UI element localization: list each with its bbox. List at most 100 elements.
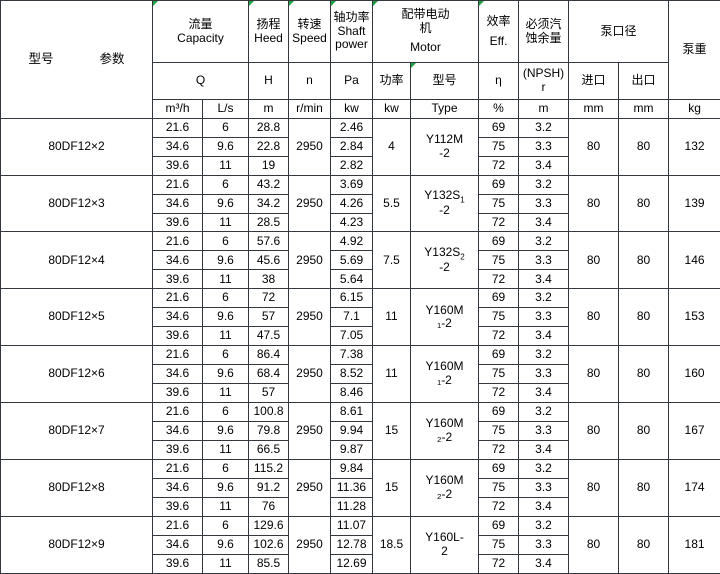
cell-npsh: 3.4 bbox=[518, 212, 570, 233]
cell-capacity-m3h: 34.6 bbox=[152, 250, 203, 271]
cell-head: 28.5 bbox=[248, 212, 289, 233]
cell-capacity-ls: 6 bbox=[202, 174, 249, 195]
cell-head: 22.8 bbox=[248, 136, 289, 157]
cell-capacity-ls: 9.6 bbox=[202, 193, 249, 214]
header-shaft-power-cn: 轴功率 bbox=[333, 9, 370, 24]
cell-npsh: 3.4 bbox=[518, 326, 570, 347]
cell-pump-weight: 174 bbox=[668, 459, 720, 518]
cell-capacity-ls: 9.6 bbox=[202, 136, 249, 157]
symbol-npsh-line2: r bbox=[541, 79, 546, 94]
table-row: 80DF12×2 21.6 6 28.8 2950 2.46 4 Y112M -2 69 3.2 80… bbox=[0, 117, 720, 176]
cell-efficiency: 75 bbox=[478, 307, 520, 328]
cell-head: 34.2 bbox=[248, 193, 289, 214]
cell-shaft-power: 5.69 bbox=[330, 250, 373, 271]
cell-efficiency: 69 bbox=[478, 402, 520, 423]
cell-head: 28.8 bbox=[248, 117, 289, 138]
cell-npsh: 3.3 bbox=[518, 136, 570, 157]
cell-capacity-m3h: 21.6 bbox=[152, 402, 203, 423]
header-motor-en: Motor bbox=[410, 40, 441, 55]
cell-npsh: 3.2 bbox=[518, 402, 570, 423]
motor-type-line1: Y160M bbox=[425, 473, 464, 488]
cell-capacity-ls: 9.6 bbox=[202, 534, 249, 555]
cell-capacity-ls: 6 bbox=[202, 231, 249, 252]
cell-shaft-power: 8.46 bbox=[330, 383, 373, 404]
cell-head: 86.4 bbox=[248, 345, 289, 366]
cell-head: 57 bbox=[248, 383, 289, 404]
cell-motor-type: Y160M ₂-2 bbox=[409, 402, 480, 461]
cell-motor-type: Y160M ₁-2 bbox=[409, 345, 480, 404]
cell-bore-outlet: 80 bbox=[618, 231, 670, 290]
cell-capacity-ls: 9.6 bbox=[202, 307, 249, 328]
cell-bore-outlet: 80 bbox=[618, 345, 670, 404]
cell-npsh: 3.2 bbox=[518, 345, 570, 366]
cell-npsh: 3.4 bbox=[518, 440, 570, 461]
cell-capacity-ls: 11 bbox=[202, 497, 249, 518]
cell-capacity-m3h: 34.6 bbox=[152, 307, 203, 328]
cell-capacity-ls: 11 bbox=[202, 212, 249, 233]
cell-head: 129.6 bbox=[248, 516, 289, 536]
cell-capacity-ls: 6 bbox=[202, 117, 249, 138]
cell-capacity-m3h: 21.6 bbox=[152, 174, 203, 195]
cell-head: 57 bbox=[248, 307, 289, 328]
cell-bore-inlet: 80 bbox=[568, 345, 620, 404]
header-head: 扬程 Heed bbox=[248, 0, 289, 64]
cell-bore-inlet: 80 bbox=[568, 288, 620, 347]
cell-speed: 2950 bbox=[288, 345, 331, 404]
cell-efficiency: 72 bbox=[478, 440, 520, 461]
cell-shaft-power: 12.69 bbox=[330, 553, 373, 574]
cell-capacity-m3h: 39.6 bbox=[152, 440, 203, 461]
cell-npsh: 3.2 bbox=[518, 516, 570, 536]
cell-head: 43.2 bbox=[248, 174, 289, 195]
cell-model: 80DF12×3 bbox=[0, 174, 153, 233]
symbol-motor-power: 功率 bbox=[372, 62, 411, 100]
cell-capacity-m3h: 39.6 bbox=[152, 497, 203, 518]
header-npsh: 必须汽 蚀余量 bbox=[518, 0, 570, 64]
cell-capacity-ls: 6 bbox=[202, 288, 249, 309]
cell-capacity-ls: 6 bbox=[202, 459, 249, 480]
cell-efficiency: 72 bbox=[478, 553, 520, 574]
cell-speed: 2950 bbox=[288, 231, 331, 290]
cell-motor-type: Y112M -2 bbox=[409, 117, 480, 176]
cell-head: 76 bbox=[248, 497, 289, 518]
cell-efficiency: 75 bbox=[478, 421, 520, 442]
cell-speed: 2950 bbox=[288, 459, 331, 518]
motor-type-line2: -2 bbox=[439, 145, 450, 160]
header-npsh-cn-line2: 蚀余量 bbox=[525, 30, 562, 45]
cell-npsh: 3.2 bbox=[518, 174, 570, 195]
cell-head: 91.2 bbox=[248, 478, 289, 499]
cell-shaft-power: 5.64 bbox=[330, 269, 373, 290]
header-pump-bore-cn: 泵口径 bbox=[600, 23, 637, 38]
cell-motor-type: Y160M ₂-2 bbox=[409, 459, 480, 518]
symbol-motor-type: 型号 bbox=[409, 62, 480, 100]
cell-head: 38 bbox=[248, 269, 289, 290]
cell-efficiency: 72 bbox=[478, 269, 520, 290]
symbol-efficiency-eta: η bbox=[478, 62, 520, 100]
cell-efficiency: 75 bbox=[478, 534, 520, 555]
cell-pump-weight: 146 bbox=[668, 231, 720, 290]
cell-head: 72 bbox=[248, 288, 289, 309]
cell-shaft-power: 9.94 bbox=[330, 421, 373, 442]
header-motor-cn-line1: 配带电动 bbox=[401, 6, 450, 21]
cell-shaft-power: 2.84 bbox=[330, 136, 373, 157]
cell-npsh: 3.3 bbox=[518, 534, 570, 555]
cell-motor-power: 18.5 bbox=[372, 516, 411, 574]
cell-shaft-power: 4.26 bbox=[330, 193, 373, 214]
cell-bore-inlet: 80 bbox=[568, 459, 620, 518]
cell-head: 102.6 bbox=[248, 534, 289, 555]
header-capacity-cn: 流量 bbox=[188, 16, 213, 31]
cell-capacity-ls: 9.6 bbox=[202, 364, 249, 385]
cell-capacity-m3h: 34.6 bbox=[152, 421, 203, 442]
cell-shaft-power: 6.15 bbox=[330, 288, 373, 309]
cell-npsh: 3.3 bbox=[518, 478, 570, 499]
motor-type-line1: Y160M bbox=[425, 302, 464, 317]
motor-type-line1: Y112M bbox=[425, 131, 464, 146]
cell-efficiency: 75 bbox=[478, 364, 520, 385]
cell-bore-outlet: 80 bbox=[618, 117, 670, 176]
cell-capacity-m3h: 39.6 bbox=[152, 326, 203, 347]
header-speed-cn: 转速 bbox=[297, 16, 322, 31]
header-motor-cn-line2: 机 bbox=[419, 20, 432, 35]
header-shaft-power-en2: power bbox=[335, 37, 368, 52]
symbol-npsh-line1: (NPSH) bbox=[522, 66, 565, 81]
header-pump-weight: 泵重 bbox=[668, 0, 720, 100]
cell-model: 80DF12×2 bbox=[0, 117, 153, 176]
